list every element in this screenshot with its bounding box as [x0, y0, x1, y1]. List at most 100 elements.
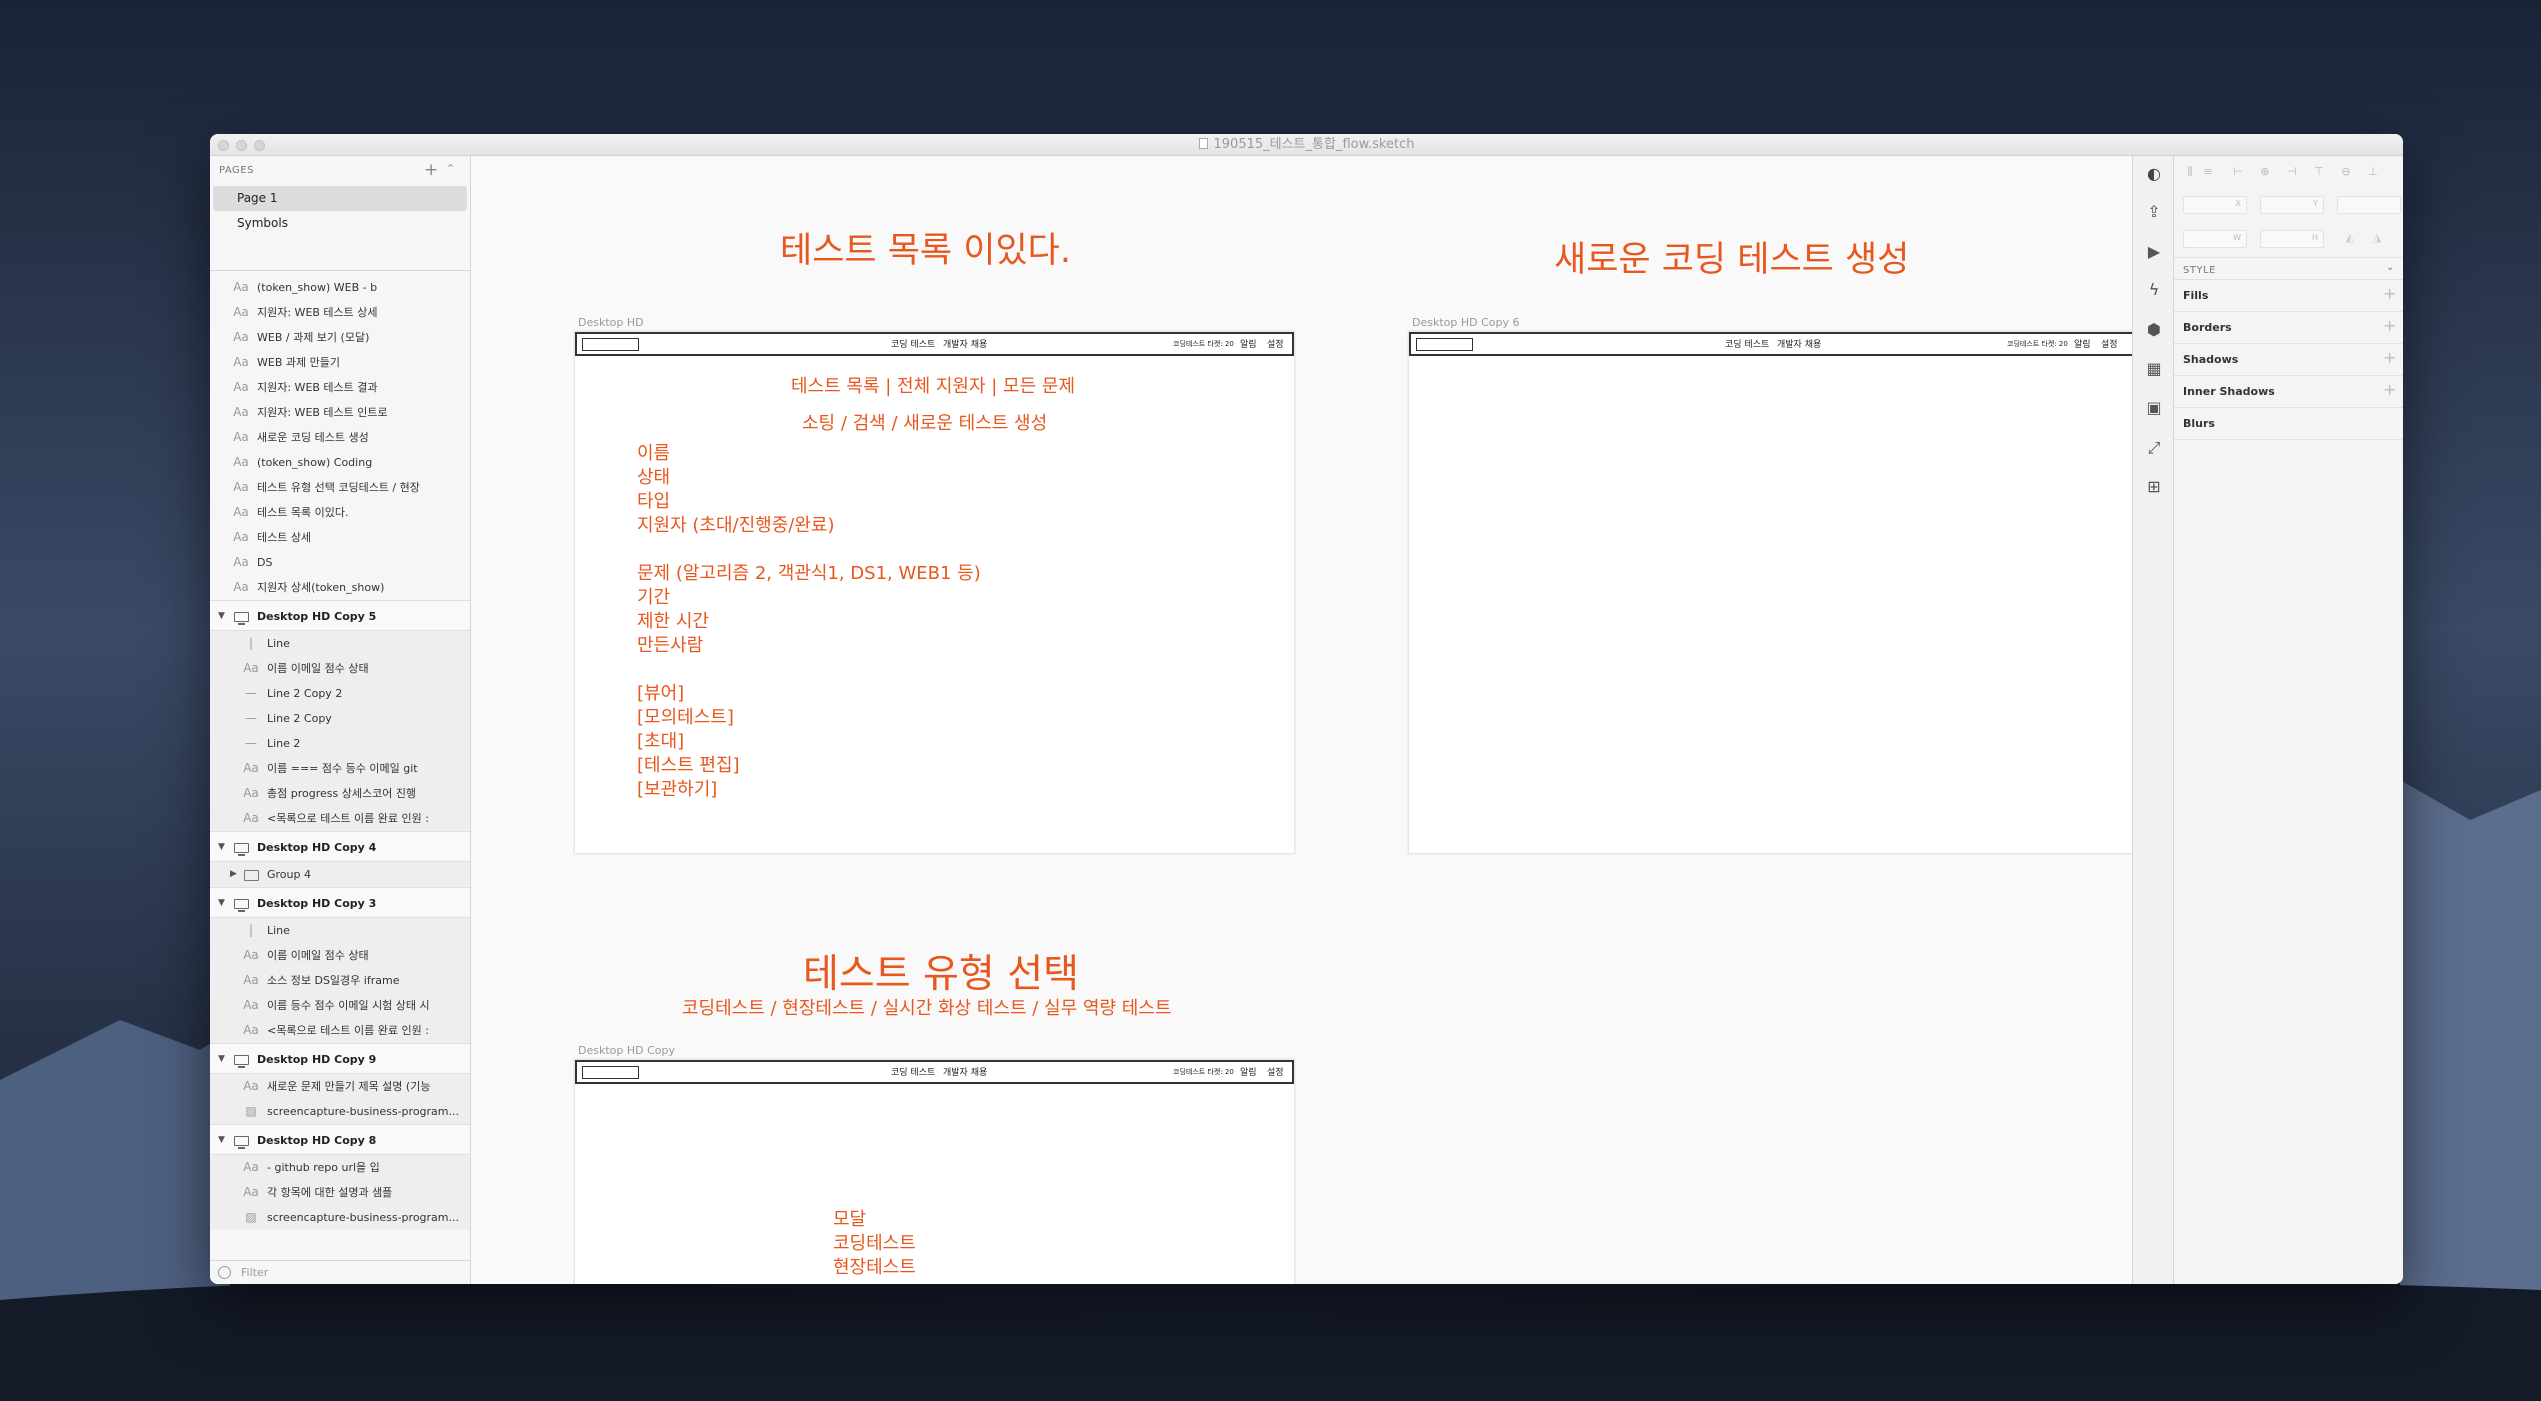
lightning-icon[interactable]: ϟ — [2144, 280, 2164, 300]
layer-row[interactable]: Aa 지원자: WEB 테스트 상세 — [210, 300, 470, 325]
fills-section[interactable]: Fills + — [2174, 280, 2403, 312]
layer-row[interactable]: Aa 지원자: WEB 테스트 결과 — [210, 375, 470, 400]
annotation-type-subtitle[interactable]: 코딩테스트 / 현장테스트 / 실시간 화상 테스트 / 실무 역량 테스트 — [682, 994, 1171, 1020]
artboard-desktop-hd-copy-6[interactable]: 코딩 테스트 개발자 채용 코딩테스트 타켓: 20 알림 설정 — [1408, 331, 2132, 854]
align-bottom-icon[interactable]: ⊥ — [2366, 166, 2380, 178]
artboard-label-desktop-hd-copy-6[interactable]: Desktop HD Copy 6 — [1412, 316, 1520, 329]
layer-row[interactable]: ▨ screencapture-business-program... — [210, 1099, 470, 1124]
annotation-new-test-title[interactable]: 새로운 코딩 테스트 생성 — [1554, 231, 1909, 282]
layer-row[interactable]: ▨ screencapture-business-program... — [210, 1205, 470, 1230]
artboard-label-desktop-hd[interactable]: Desktop HD — [578, 316, 644, 329]
layer-row[interactable]: — Line 2 Copy — [210, 706, 470, 731]
align-top-icon[interactable]: ⊤ — [2312, 166, 2326, 178]
disclosure-triangle-icon[interactable]: ▼ — [218, 832, 225, 863]
layer-row[interactable]: Aa (token_show) WEB - b — [210, 275, 470, 300]
chevron-down-icon[interactable]: ⌄ — [2386, 262, 2394, 273]
artboard-group-header[interactable]: ▼ Desktop HD Copy 8 — [210, 1124, 470, 1155]
fills-label: Fills — [2183, 289, 2209, 302]
align-middle-icon[interactable]: ⊖ — [2339, 166, 2353, 178]
x-position-field[interactable]: X — [2183, 196, 2247, 214]
align-left-edges-icon[interactable]: ⫼ — [2183, 166, 2197, 178]
width-field[interactable]: W — [2183, 230, 2247, 248]
add-border-plus-icon[interactable]: + — [2383, 316, 2396, 335]
disclosure-triangle-icon[interactable]: ▼ — [218, 601, 225, 632]
artboard-group-header[interactable]: ▼ Desktop HD Copy 5 — [210, 600, 470, 631]
layer-row[interactable]: ▶ Group 4 — [210, 862, 470, 887]
artboard-group-header[interactable]: ▼ Desktop HD Copy 3 — [210, 887, 470, 918]
flip-horizontal-icon[interactable]: ◭ — [2343, 232, 2357, 244]
layer-row[interactable]: Aa WEB / 과제 보기 (모달) — [210, 325, 470, 350]
rotation-field[interactable] — [2337, 196, 2401, 214]
artboard-group-header[interactable]: ▼ Desktop HD Copy 4 — [210, 831, 470, 862]
y-position-field[interactable]: Y — [2260, 196, 2324, 214]
layer-row[interactable]: Aa <목록으로 테스트 이름 완료 인원 : — [210, 1018, 470, 1043]
layer-row[interactable]: Aa 소스 정보 DS일경우 iframe — [210, 968, 470, 993]
layer-row[interactable]: Aa 새로운 문제 만들기 제목 설명 (기능 — [210, 1074, 470, 1099]
filter-input[interactable]: Filter — [241, 1266, 268, 1279]
layer-row[interactable]: Aa 테스트 목록 이있다. — [210, 500, 470, 525]
inspector-mode-icon[interactable]: ◐ — [2144, 164, 2164, 184]
layer-row[interactable]: Aa 총점 progress 상세스코어 진행 — [210, 781, 470, 806]
layer-row[interactable]: Aa 테스트 유형 선택 코딩테스트 / 현장 — [210, 475, 470, 500]
export-icon[interactable]: ⇪ — [2144, 202, 2164, 222]
page-item-symbols[interactable]: Symbols — [213, 211, 467, 236]
layer-row[interactable]: — Line 2 — [210, 731, 470, 756]
inner-shadows-section[interactable]: Inner Shadows + — [2174, 376, 2403, 408]
resize-image-icon[interactable]: ⤢ — [2144, 438, 2164, 458]
canvas[interactable]: 테스트 목록 이있다. 새로운 코딩 테스트 생성 테스트 유형 선택 코딩테스… — [471, 156, 2132, 1284]
artboard-text-line: 모달 — [833, 1209, 867, 1230]
artboard-label-desktop-hd-copy[interactable]: Desktop HD Copy — [578, 1044, 675, 1057]
layer-row[interactable]: Aa 이름 등수 점수 이메일 시험 상태 시 — [210, 993, 470, 1018]
layer-row[interactable]: Aa 각 항목에 대한 설명과 샘플 — [210, 1180, 470, 1205]
layer-row[interactable]: Aa 테스트 상세 — [210, 525, 470, 550]
layer-row[interactable]: Aa WEB 과제 만들기 — [210, 350, 470, 375]
artboard-desktop-hd-copy[interactable]: 코딩 테스트 개발자 채용 코딩테스트 타켓: 20 알림 설정 모달 코딩테스트… — [574, 1059, 1295, 1284]
layer-row[interactable]: Aa 이름 === 점수 등수 이메일 git — [210, 756, 470, 781]
flip-vertical-icon[interactable]: ◮ — [2370, 232, 2384, 244]
align-center-icon[interactable]: ⊕ — [2258, 166, 2272, 178]
component-icon[interactable]: ▦ — [2144, 359, 2164, 379]
hexagon-icon[interactable]: ⬢ — [2144, 320, 2164, 340]
disclosure-triangle-icon[interactable]: ▼ — [218, 1044, 225, 1075]
add-image-icon[interactable]: ⊞ — [2144, 477, 2164, 497]
plus-icon[interactable]: + — [424, 160, 438, 180]
layer-row[interactable]: Aa DS — [210, 550, 470, 575]
artboard-desktop-hd[interactable]: 코딩 테스트 개발자 채용 코딩테스트 타켓: 20 알림 설정 테스트 목록 … — [574, 331, 1295, 854]
layer-row[interactable]: Aa 지원자 상세(token_show) — [210, 575, 470, 600]
title-bar[interactable]: 190515_테스트_통합_flow.sketch — [210, 134, 2403, 156]
blurs-section[interactable]: Blurs — [2174, 408, 2403, 440]
disclosure-triangle-icon[interactable]: ▶ — [230, 862, 237, 887]
distribute-horizontal-icon[interactable]: ≡ — [2201, 166, 2215, 178]
layout-icon[interactable]: ▣ — [2144, 398, 2164, 418]
layer-row[interactable]: Aa <목록으로 테스트 이름 완료 인원 : — [210, 806, 470, 831]
play-icon[interactable]: ▶ — [2144, 242, 2164, 262]
layer-row[interactable]: | Line — [210, 918, 470, 943]
annotation-list-title[interactable]: 테스트 목록 이있다. — [780, 222, 1071, 273]
shadows-section[interactable]: Shadows + — [2174, 344, 2403, 376]
layer-row[interactable]: Aa 지원자: WEB 테스트 인트로 — [210, 400, 470, 425]
layer-row[interactable]: — Line 2 Copy 2 — [210, 681, 470, 706]
borders-section[interactable]: Borders + — [2174, 312, 2403, 344]
height-field[interactable]: H — [2260, 230, 2324, 248]
artboard-group-label: Desktop HD Copy 8 — [257, 1134, 377, 1147]
artboard-group-header[interactable]: ▼ Desktop HD Copy 9 — [210, 1043, 470, 1074]
disclosure-triangle-icon[interactable]: ▼ — [218, 888, 225, 919]
align-right-icon[interactable]: ⊣ — [2285, 166, 2299, 178]
layer-row[interactable]: Aa - github repo url을 입 — [210, 1155, 470, 1180]
layer-row[interactable]: Aa 이름 이메일 점수 상태 — [210, 943, 470, 968]
annotation-type-title[interactable]: 테스트 유형 선택 — [803, 943, 1079, 999]
add-inner-shadow-plus-icon[interactable]: + — [2383, 380, 2396, 399]
layer-row[interactable]: Aa (token_show) Coding — [210, 450, 470, 475]
layer-row[interactable]: Aa 이름 이메일 점수 상태 — [210, 656, 470, 681]
add-fill-plus-icon[interactable]: + — [2383, 284, 2396, 303]
filter-bar[interactable]: Filter — [210, 1260, 470, 1284]
disclosure-triangle-icon[interactable]: ▼ — [218, 1125, 225, 1156]
text-icon: Aa — [233, 380, 249, 394]
layer-row[interactable]: | Line — [210, 631, 470, 656]
layer-row[interactable]: Aa 새로운 코딩 테스트 생성 — [210, 425, 470, 450]
align-left-icon[interactable]: ⊢ — [2231, 166, 2245, 178]
page-item-page-1[interactable]: Page 1 — [213, 186, 467, 211]
chevron-up-icon[interactable]: ⌃ — [446, 162, 455, 175]
add-shadow-plus-icon[interactable]: + — [2383, 348, 2396, 367]
layer-label: (token_show) WEB - b — [257, 281, 378, 294]
